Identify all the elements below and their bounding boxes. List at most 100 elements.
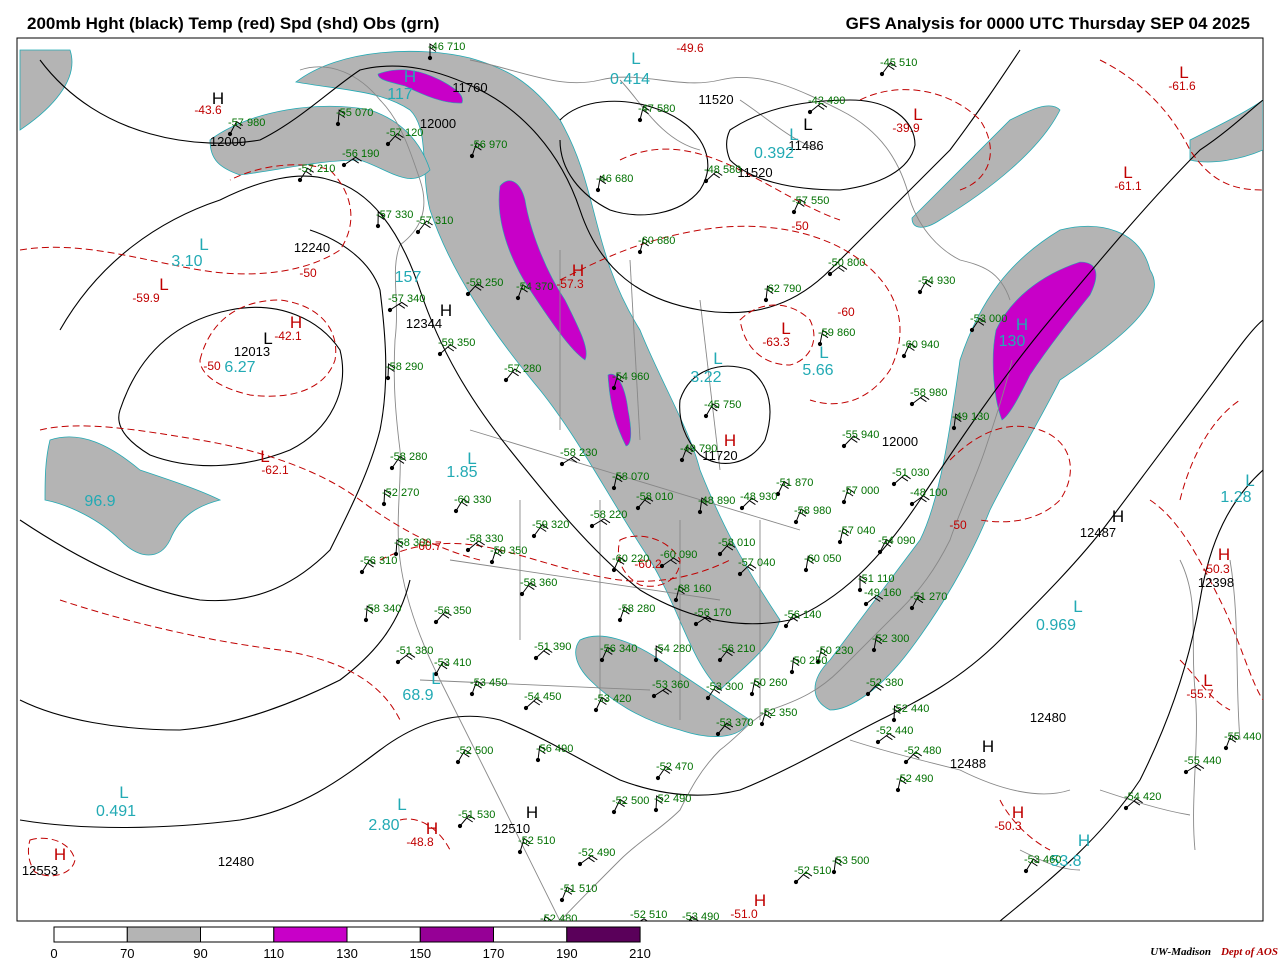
observation-label: -51 380: [396, 645, 433, 657]
station-dot: [837, 539, 843, 545]
station-dot: [749, 691, 755, 697]
station-dot: [877, 549, 883, 555]
observation-label: -52 500: [612, 795, 649, 807]
observation-label: -58 360: [520, 577, 557, 589]
observation-label: -59 350: [438, 337, 475, 349]
pressure-center-marker: H: [754, 891, 766, 910]
station-dot: [595, 187, 601, 193]
legend-label: 210: [629, 946, 651, 960]
station-dot: [717, 657, 723, 663]
station-dot: [705, 695, 711, 701]
speed-label: 0.969: [1036, 617, 1076, 634]
observation-label: -55 940: [842, 429, 879, 441]
pressure-center-marker: L: [713, 349, 722, 368]
station-dot: [469, 153, 475, 159]
observation-label: -53 420: [594, 693, 631, 705]
station-dot: [679, 457, 685, 463]
station-dot: [791, 209, 797, 215]
station-dot: [783, 623, 789, 629]
observation-label: -59 320: [532, 519, 569, 531]
speed-label: 1.28: [1220, 489, 1251, 506]
height-label: 12000: [882, 434, 918, 449]
station-dot: [715, 731, 721, 737]
legend-label: 0: [50, 946, 57, 960]
observation-label: -42 490: [808, 95, 845, 107]
observation-label: -52 510: [794, 865, 831, 877]
height-label: 11520: [698, 92, 733, 107]
pressure-center-marker: L: [1203, 671, 1212, 690]
pressure-center-marker: H: [1218, 545, 1230, 564]
observation-label: -57 550: [792, 195, 829, 207]
observation-label: -60 330: [454, 494, 491, 506]
observation-label: -45 750: [704, 399, 741, 411]
height-label: 12398: [1198, 575, 1234, 590]
pressure-center-marker: L: [781, 319, 790, 338]
observation-label: -50 260: [750, 677, 787, 689]
station-dot: [637, 249, 643, 255]
speed-label: 117: [387, 86, 413, 103]
observation-label: -55 440: [1224, 731, 1261, 743]
height-label: 11760: [452, 80, 487, 95]
station-dot: [703, 413, 709, 419]
pressure-center-marker: L: [260, 447, 269, 466]
station-dot: [909, 501, 915, 507]
station-dot: [1023, 868, 1029, 874]
pressure-center-marker: H: [54, 845, 66, 864]
observation-label: -54 420: [1124, 791, 1161, 803]
observation-label: -48 930: [740, 491, 777, 503]
temperature-label: -49.6: [676, 41, 704, 55]
temperature-label: -50: [791, 219, 809, 233]
station-dot: [951, 425, 957, 431]
observation-label: -58 220: [590, 509, 627, 521]
observation-label: -58 280: [390, 451, 427, 463]
credit-org: UW-Madison: [1150, 946, 1211, 958]
station-dot: [803, 567, 809, 573]
pressure-center-marker: L: [467, 449, 476, 468]
legend-label: 90: [193, 946, 207, 960]
pressure-center-marker: L: [1179, 63, 1188, 82]
height-label: 12510: [494, 821, 530, 836]
station-dot: [841, 443, 847, 449]
station-dot: [559, 897, 565, 903]
height-label: 12000: [420, 116, 456, 131]
height-label: 12487: [1080, 525, 1116, 540]
station-dot: [673, 597, 679, 603]
station-dot: [857, 587, 863, 593]
observation-label: -52 270: [382, 487, 419, 499]
observation-label: -59 350: [490, 545, 527, 557]
station-dot: [827, 271, 833, 277]
height-label: 12344: [406, 316, 442, 331]
station-dot: [651, 693, 657, 699]
station-dot: [489, 559, 495, 565]
station-dot: [297, 177, 303, 183]
observation-label: -56 190: [342, 148, 379, 160]
station-dot: [523, 705, 529, 711]
observation-label: -49 130: [952, 411, 989, 423]
observation-label: -52 350: [760, 707, 797, 719]
station-dot: [1183, 769, 1189, 775]
observation-label: -57 980: [228, 117, 265, 129]
station-dot: [359, 569, 365, 575]
observation-label: -52 440: [876, 725, 913, 737]
observation-label: -57 000: [842, 485, 879, 497]
pressure-center-marker: H: [724, 431, 736, 450]
observation-label: -54 370: [516, 281, 553, 293]
credit-dept: Dept of AOS: [1220, 946, 1278, 958]
observation-label: -54 450: [524, 691, 561, 703]
pressure-center-marker: L: [199, 235, 208, 254]
observation-label: -50 250: [790, 655, 827, 667]
station-dot: [363, 617, 369, 623]
station-dot: [891, 717, 897, 723]
station-dot: [917, 289, 923, 295]
station-dot: [871, 647, 877, 653]
observation-label: -56 340: [600, 643, 637, 655]
observation-label: -57 310: [416, 215, 453, 227]
pressure-center-marker: L: [1245, 471, 1254, 490]
observation-label: -60 090: [660, 549, 697, 561]
observation-label: -51 030: [892, 467, 929, 479]
pressure-center-marker: H: [982, 737, 994, 756]
observation-label: -52 500: [456, 745, 493, 757]
station-dot: [535, 757, 541, 763]
observation-label: -51 390: [534, 641, 571, 653]
speed-label: 157: [395, 269, 422, 286]
